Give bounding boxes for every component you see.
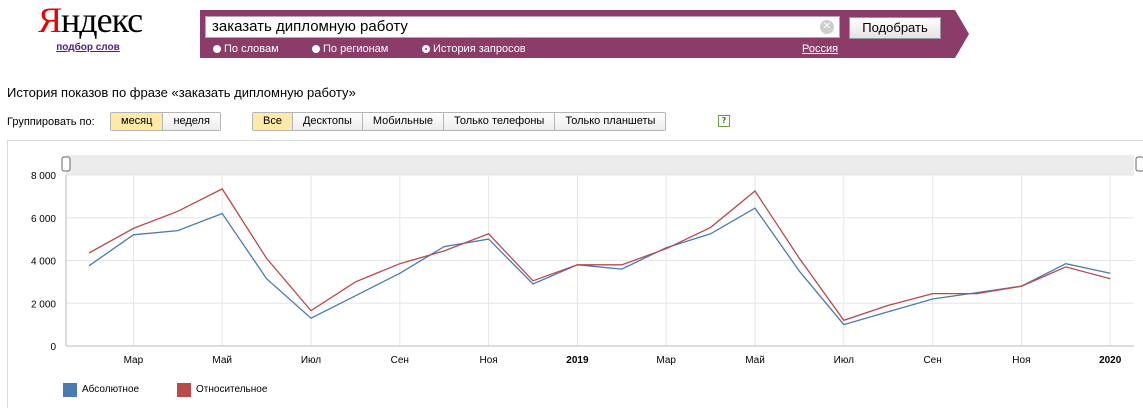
y-tick-label: 4 000 — [31, 257, 56, 268]
x-tick-label: Май — [212, 355, 232, 366]
y-tick-label: 0 — [50, 342, 56, 353]
series-line-absolute — [88, 207, 1111, 326]
range-handle-right-icon — [1135, 156, 1143, 172]
wordstat-link[interactable]: подбор слов — [38, 42, 138, 53]
radio-by-words[interactable]: По словам — [213, 42, 279, 56]
grouping-switch: месяц неделя — [110, 112, 221, 131]
legend-relative[interactable]: Относительное — [177, 383, 267, 397]
x-tick-label: Мар — [124, 355, 144, 366]
radio-dot-icon — [312, 45, 320, 53]
device-all-button[interactable]: Все — [253, 113, 293, 130]
device-switch: Все Десктопы Мобильные Только телефоны Т… — [252, 112, 667, 131]
legend-swatch-absolute — [63, 383, 77, 397]
series-line-relative — [88, 188, 1111, 322]
group-week-button[interactable]: неделя — [163, 113, 220, 130]
radio-dot-icon — [213, 45, 221, 53]
x-tick-label: Ноя — [1012, 355, 1030, 366]
grouping-label: Группировать по: — [7, 116, 95, 128]
device-tablets-button[interactable]: Только планшеты — [555, 113, 666, 130]
legend-swatch-relative — [177, 383, 191, 397]
x-tick-label: Июл — [301, 355, 321, 366]
x-tick-label: Сен — [391, 355, 409, 366]
y-tick-label: 6 000 — [31, 214, 56, 225]
legend-absolute[interactable]: Абсолютное — [63, 383, 139, 397]
radio-history[interactable]: История запросов — [422, 42, 526, 56]
x-tick-label: Ноя — [479, 355, 497, 366]
device-phones-button[interactable]: Только телефоны — [443, 113, 556, 130]
x-tick-label: Мар — [656, 355, 676, 366]
page-title: История показов по фразе «заказать дипло… — [7, 85, 356, 100]
x-tick-label: Сен — [923, 355, 941, 366]
device-mobile-button[interactable]: Мобильные — [362, 113, 444, 130]
y-tick-label: 2 000 — [31, 299, 56, 310]
region-link[interactable]: Россия — [802, 42, 838, 56]
group-month-button[interactable]: месяц — [111, 113, 164, 130]
submit-button[interactable]: Подобрать — [849, 17, 941, 39]
search-band-arrow — [955, 10, 969, 58]
radio-dot-icon — [422, 45, 430, 53]
x-tick-label: 2020 — [1099, 355, 1122, 366]
device-desktop-button[interactable]: Десктопы — [292, 113, 363, 130]
x-tick-label: 2019 — [566, 355, 589, 366]
clear-icon[interactable]: ✕ — [820, 20, 834, 34]
radio-by-regions[interactable]: По регионам — [312, 42, 388, 56]
x-tick-label: Май — [745, 355, 765, 366]
range-handle-left-icon — [61, 156, 71, 172]
chart-frame: 0 2 000 4 000 6 000 8 000 Мар Май Июл Сен Ноя 2019… — [7, 140, 1143, 408]
range-navigator — [66, 155, 1134, 175]
y-tick-label: 8 000 — [31, 171, 56, 182]
history-chart: 0 2 000 4 000 6 000 8 000 Мар Май Июл Сен Ноя 2019… — [31, 155, 1143, 366]
help-icon[interactable]: ? — [718, 115, 730, 127]
search-input[interactable]: заказать дипломную работу — [205, 16, 840, 38]
yandex-logo[interactable]: Яндекс подбор слов — [38, 0, 143, 53]
x-tick-label: Июл — [834, 355, 854, 366]
logo-text: Яндекс — [38, 0, 143, 40]
